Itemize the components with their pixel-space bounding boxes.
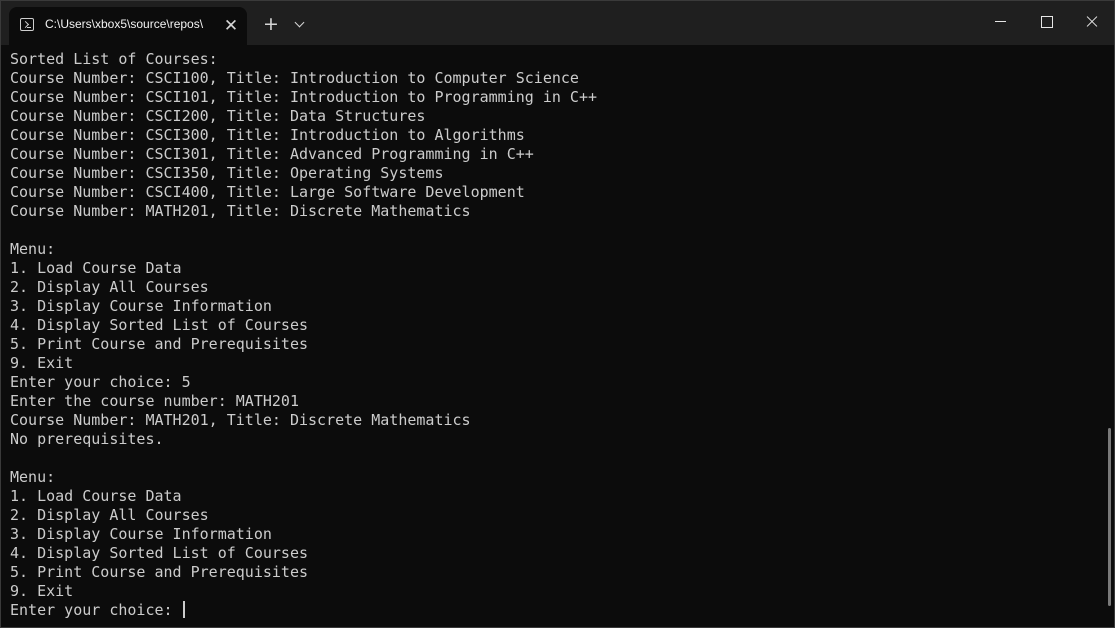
console-line: Menu:: [10, 240, 1095, 259]
console-line-text: 9. Exit: [10, 354, 74, 372]
console-line-text: Course Number: CSCI200, Title: Data Stru…: [10, 107, 426, 125]
console-line: 4. Display Sorted List of Courses: [10, 316, 1095, 335]
terminal-icon: [20, 18, 34, 31]
console-output[interactable]: Sorted List of Courses: Course Number: CS…: [1, 45, 1114, 627]
console-line: Course Number: CSCI101, Title: Introduct…: [10, 88, 1095, 107]
console-line: 2. Display All Courses: [10, 506, 1095, 525]
console-line-text: 2. Display All Courses: [10, 506, 209, 524]
console-line-text: Course Number: CSCI400, Title: Large Sof…: [10, 183, 525, 201]
console-line: 1. Load Course Data: [10, 487, 1095, 506]
console-line-text: 4. Display Sorted List of Courses: [10, 544, 309, 562]
console-line: 3. Display Course Information: [10, 525, 1095, 544]
console-line: Course Number: CSCI200, Title: Data Stru…: [10, 107, 1095, 126]
console-line: Enter your choice: 5: [10, 373, 1095, 392]
console-line-text: Course Number: CSCI300, Title: Introduct…: [10, 126, 525, 144]
console-line-text: Menu:: [10, 240, 56, 258]
title-bar: C:\Users\xbox5\source\repos\ ✕ +: [1, 1, 1114, 45]
console-line-text: Course Number: CSCI350, Title: Operating…: [10, 164, 444, 182]
minimize-button[interactable]: [977, 1, 1023, 41]
console-line: 1. Load Course Data: [10, 259, 1095, 278]
console-line: Enter your choice:: [10, 601, 1095, 620]
console-line: 9. Exit: [10, 354, 1095, 373]
terminal-tab[interactable]: C:\Users\xbox5\source\repos\ ✕: [9, 7, 247, 45]
console-line-text: Enter your choice:: [10, 601, 182, 619]
console-line-text: Course Number: CSCI301, Title: Advanced …: [10, 145, 534, 163]
console-line-text: Enter your choice: 5: [10, 373, 191, 391]
terminal-window: C:\Users\xbox5\source\repos\ ✕ + Sorted …: [0, 0, 1115, 628]
scrollbar[interactable]: [1106, 45, 1114, 627]
console-line: No prerequisites.: [10, 430, 1095, 449]
console-line-text: 4. Display Sorted List of Courses: [10, 316, 309, 334]
console-line: Course Number: CSCI301, Title: Advanced …: [10, 145, 1095, 164]
console-line-text: Course Number: MATH201, Title: Discrete …: [10, 202, 471, 220]
console-line: 9. Exit: [10, 582, 1095, 601]
console-line: 5. Print Course and Prerequisites: [10, 563, 1095, 582]
console-line: Course Number: CSCI100, Title: Introduct…: [10, 69, 1095, 88]
console-line-text: 9. Exit: [10, 582, 74, 600]
console-line: Course Number: MATH201, Title: Discrete …: [10, 202, 1095, 221]
console-line: 4. Display Sorted List of Courses: [10, 544, 1095, 563]
tab-close-button[interactable]: ✕: [221, 16, 241, 36]
console-line-text: 3. Display Course Information: [10, 297, 272, 315]
tab-dropdown-chevron-icon[interactable]: [291, 16, 309, 34]
console-line-text: 3. Display Course Information: [10, 525, 272, 543]
console-line-text: No prerequisites.: [10, 430, 164, 448]
console-line: Menu:: [10, 468, 1095, 487]
scrollbar-thumb[interactable]: [1108, 428, 1111, 606]
console-line-text: 2. Display All Courses: [10, 278, 209, 296]
console-line: Course Number: MATH201, Title: Discrete …: [10, 411, 1095, 430]
console-line-text: 5. Print Course and Prerequisites: [10, 563, 309, 581]
console-line: Sorted List of Courses:: [10, 50, 1095, 69]
text-cursor: [182, 601, 185, 618]
console-line-text: Course Number: CSCI100, Title: Introduct…: [10, 69, 579, 87]
console-line: 5. Print Course and Prerequisites: [10, 335, 1095, 354]
close-window-button[interactable]: [1069, 1, 1114, 41]
console-line-text: 1. Load Course Data: [10, 259, 182, 277]
console-line-text: Enter the course number: MATH201: [10, 392, 299, 410]
console-line: 2. Display All Courses: [10, 278, 1095, 297]
console-line: Enter the course number: MATH201: [10, 392, 1095, 411]
console-line: Course Number: CSCI300, Title: Introduct…: [10, 126, 1095, 145]
console-line-text: 1. Load Course Data: [10, 487, 182, 505]
console-line: 3. Display Course Information: [10, 297, 1095, 316]
console-text: Sorted List of Courses: Course Number: CS…: [10, 50, 1095, 620]
console-line-text: Course Number: CSCI101, Title: Introduct…: [10, 88, 597, 106]
maximize-button[interactable]: [1023, 1, 1069, 41]
console-line: Course Number: CSCI350, Title: Operating…: [10, 164, 1095, 183]
new-tab-button[interactable]: +: [260, 13, 282, 35]
console-line: Course Number: CSCI400, Title: Large Sof…: [10, 183, 1095, 202]
console-line-text: Course Number: MATH201, Title: Discrete …: [10, 411, 471, 429]
tab-title: C:\Users\xbox5\source\repos\: [45, 17, 204, 31]
console-line-text: 5. Print Course and Prerequisites: [10, 335, 309, 353]
console-line-text: Sorted List of Courses:: [10, 50, 218, 68]
console-line-text: Menu:: [10, 468, 56, 486]
